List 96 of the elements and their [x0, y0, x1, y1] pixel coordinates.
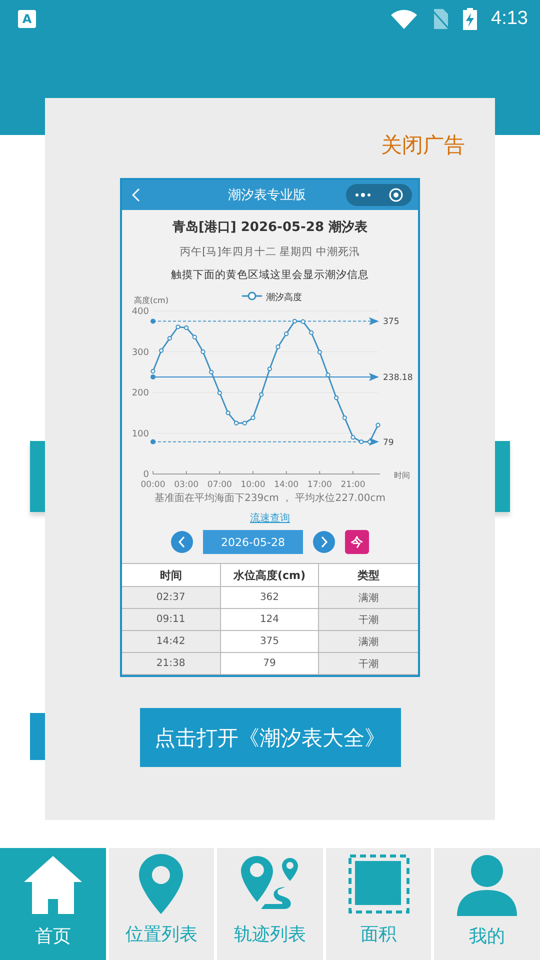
table-cell: 79: [220, 653, 320, 675]
chevron-right-icon: [320, 536, 328, 548]
battery-charging-icon: [463, 8, 478, 30]
nav-tab[interactable]: 面积: [326, 848, 432, 960]
axis-label: 400: [132, 307, 149, 317]
data-point: [342, 415, 347, 420]
table-cell: 干潮: [319, 653, 418, 675]
table-cell: 干潮: [319, 609, 418, 631]
column-header: 时间: [122, 564, 221, 587]
column-header: 类型: [319, 564, 418, 587]
notification-icon: A: [18, 10, 36, 28]
data-point: [176, 324, 180, 330]
lunar-date: 丙午[马]年四月十二 星期四 中潮死汛: [180, 245, 360, 259]
data-point: [217, 390, 222, 396]
data-point: [226, 410, 230, 416]
hint-text: 触摸下面的黄色区域这里会显示潮汐信息: [171, 268, 369, 282]
data-point: [192, 334, 197, 340]
table-cell: 14:42: [122, 631, 221, 653]
line-start-dot: [150, 439, 156, 444]
legend-label: 潮汐高度: [266, 293, 302, 303]
axis-label: 03:00: [174, 480, 199, 490]
legend-icon: [242, 292, 262, 300]
open-app-button[interactable]: 点击打开《潮汐表大全》: [140, 708, 400, 767]
axis-label: 00:00: [140, 480, 166, 490]
nav-tab[interactable]: 位置列表: [108, 848, 214, 960]
data-point: [309, 330, 314, 335]
back-icon: [132, 188, 140, 202]
datum-note: 基准面在平均海面下239cm ， 平均水位227.00cm: [154, 492, 386, 505]
data-point: [150, 369, 156, 374]
column-header: 水位高度(cm): [220, 564, 320, 587]
table-cell: 02:37: [122, 587, 221, 609]
axis-label: 0: [143, 470, 149, 480]
line-start-dot: [150, 318, 156, 324]
line-start-dot: [150, 374, 156, 380]
data-point: [184, 325, 189, 330]
previous-day-button[interactable]: [171, 531, 193, 553]
axis-title: 时间: [394, 471, 410, 480]
axis-label: 07:00: [207, 480, 232, 490]
more-icon: [355, 193, 371, 197]
table-cell: 满潮: [319, 631, 418, 653]
axis-label: 17:00: [307, 480, 332, 490]
table-cell: 362: [220, 587, 320, 609]
data-point: [200, 349, 206, 354]
axis-label: 200: [132, 388, 149, 398]
axis-title: 高度(cm): [134, 296, 168, 305]
data-point: [326, 372, 330, 378]
data-point: [284, 332, 289, 336]
tide-title: 青岛[港口] 2026-05-28 潮汐表: [172, 219, 368, 236]
chevron-left-icon: [178, 536, 186, 548]
nav-tab[interactable]: 我的: [434, 848, 540, 960]
table-cell: 09:11: [122, 609, 221, 631]
table-cell: 满潮: [319, 587, 418, 609]
axis-label: 14:00: [274, 480, 299, 490]
data-point: [167, 336, 172, 341]
area-icon: [348, 854, 410, 914]
line-label: 79: [383, 438, 394, 448]
data-point: [367, 440, 372, 444]
data-point: [350, 435, 356, 440]
close-ad-link[interactable]: 关闭广告: [381, 131, 465, 159]
clock-time: 4:13: [491, 8, 528, 30]
target-icon: [389, 188, 403, 202]
data-point: [334, 396, 339, 400]
axis-label: 21:00: [340, 480, 366, 490]
person-icon: [455, 854, 520, 916]
data-point: [234, 420, 239, 426]
data-point: [276, 344, 280, 350]
next-day-button[interactable]: [313, 531, 335, 553]
data-point: [359, 440, 364, 444]
data-point: [259, 392, 264, 397]
data-point: [209, 370, 214, 374]
line-label: 238.18: [383, 372, 413, 383]
today-button[interactable]: 今: [345, 530, 369, 554]
flow-query-link[interactable]: 流速查询: [250, 511, 290, 525]
no-sim-icon: [431, 9, 450, 29]
line-label: 375: [383, 317, 400, 328]
table-cell: 21:38: [122, 653, 221, 675]
table-cell: 375: [220, 631, 320, 653]
table-cell: 124: [220, 609, 320, 631]
data-point: [159, 348, 164, 353]
wifi-icon: [391, 9, 418, 29]
data-point: [292, 318, 297, 324]
data-point: [267, 366, 272, 372]
axis-label: 10:00: [240, 480, 266, 490]
nav-tab[interactable]: 轨迹列表: [217, 848, 323, 960]
home-icon: [22, 854, 84, 916]
data-point: [317, 350, 322, 354]
preview-title: 潮汐表专业版: [227, 187, 307, 204]
axis-label: 300: [132, 348, 149, 358]
data-point: [242, 420, 247, 426]
date-field[interactable]: 2026-05-28: [203, 530, 303, 554]
map-pin-icon: [139, 854, 184, 914]
data-point: [300, 319, 306, 324]
data-point: [376, 422, 380, 428]
data-point: [250, 415, 256, 420]
axis-label: 100: [132, 429, 149, 440]
nav-tab[interactable]: 首页: [0, 848, 106, 960]
